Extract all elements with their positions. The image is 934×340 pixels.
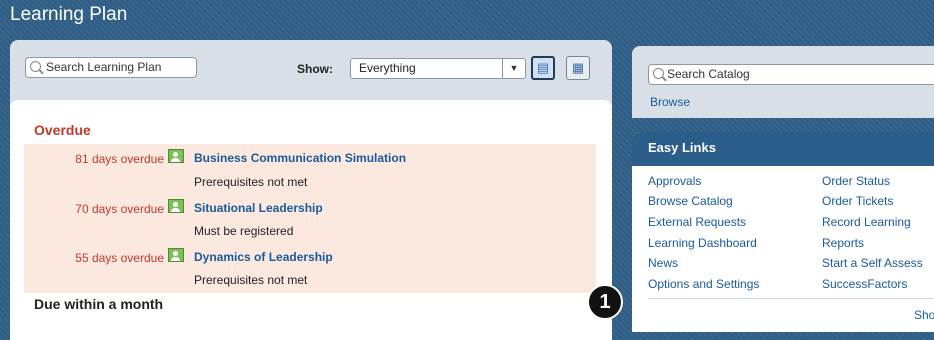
catalog-panel: Search Catalog Browse (632, 46, 934, 118)
easy-links-title: Easy Links (632, 132, 934, 166)
course-link[interactable]: Business Communication Simulation (194, 151, 406, 165)
course-icon (168, 199, 184, 213)
easy-link-successfactors[interactable]: SuccessFactors (822, 277, 907, 291)
show-filter-value: Everything (359, 61, 416, 75)
overdue-days: 55 days overdue (75, 251, 164, 265)
browse-link[interactable]: Browse (650, 95, 690, 109)
course-icon (168, 149, 184, 163)
course-icon (168, 248, 184, 262)
tile-view-icon: ▦ (571, 60, 585, 75)
easy-link-approvals[interactable]: Approvals (648, 174, 701, 188)
easy-links-panel: Easy Links Approvals Browse Catalog Exte… (632, 132, 934, 332)
easy-link-reports[interactable]: Reports (822, 236, 864, 250)
chevron-down-icon[interactable]: ▼ (502, 59, 525, 78)
search-learning-plan-input[interactable]: Search Learning Plan (25, 57, 197, 78)
overdue-days: 70 days overdue (75, 202, 164, 216)
search-icon (653, 68, 664, 79)
course-status: Prerequisites not met (194, 175, 308, 189)
course-status: Prerequisites not met (194, 273, 308, 287)
due-within-month-heading: Due within a month (34, 296, 164, 312)
tile-view-button[interactable]: ▦ (566, 56, 590, 80)
easy-link-news[interactable]: News (648, 256, 678, 270)
list-view-button[interactable]: ▤ (531, 56, 555, 80)
search-placeholder: Search Learning Plan (46, 60, 162, 74)
course-link[interactable]: Dynamics of Leadership (194, 250, 333, 264)
course-status: Must be registered (194, 224, 294, 238)
overdue-list (24, 144, 596, 293)
overdue-days: 81 days overdue (75, 152, 164, 166)
easy-link-record-learning[interactable]: Record Learning (822, 215, 911, 229)
show-filter-select[interactable]: Everything ▼ (350, 58, 526, 79)
learning-plan-content: Overdue 81 days overdue Business Communi… (10, 100, 612, 340)
easy-link-order-status[interactable]: Order Status (822, 174, 890, 188)
easy-link-browse-catalog[interactable]: Browse Catalog (648, 194, 733, 208)
divider (648, 298, 934, 299)
page-title: Learning Plan (10, 4, 128, 25)
overdue-heading: Overdue (34, 122, 91, 138)
search-catalog-input[interactable]: Search Catalog (648, 64, 934, 85)
search-icon (30, 61, 41, 72)
show-more-link[interactable]: Sho (914, 308, 934, 322)
easy-link-external-requests[interactable]: External Requests (648, 215, 746, 229)
search-placeholder: Search Catalog (667, 67, 750, 81)
learning-plan-panel: Search Learning Plan Show: Everything ▼ … (10, 40, 612, 340)
course-link[interactable]: Situational Leadership (194, 201, 323, 215)
easy-link-self-assessment[interactable]: Start a Self Assess (822, 256, 923, 270)
easy-link-options-settings[interactable]: Options and Settings (648, 277, 759, 291)
list-view-icon: ▤ (536, 60, 550, 75)
easy-link-learning-dashboard[interactable]: Learning Dashboard (648, 236, 757, 250)
callout-badge: 1 (587, 284, 623, 320)
show-label: Show: (297, 62, 333, 76)
easy-link-order-tickets[interactable]: Order Tickets (822, 194, 893, 208)
